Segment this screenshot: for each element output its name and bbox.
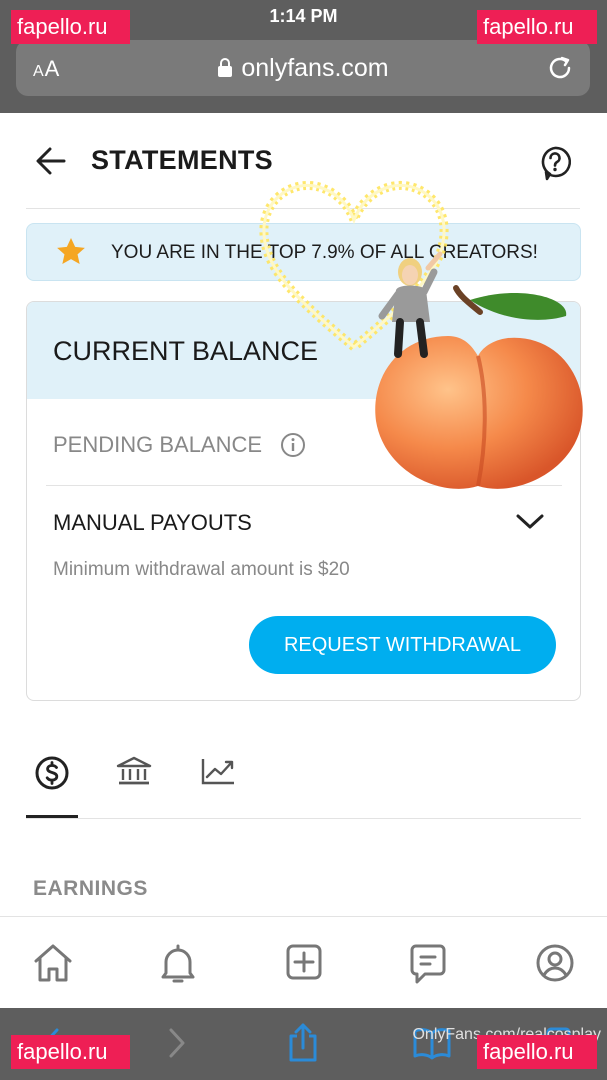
statement-tabs <box>26 745 581 819</box>
lock-icon <box>217 56 233 85</box>
bitmoji-avatar-sticker <box>376 250 452 367</box>
tabs-divider <box>26 818 581 819</box>
watermark-stamp-bottom-right: fapello.ru <box>477 1035 597 1069</box>
star-icon <box>55 236 87 273</box>
forward-icon[interactable] <box>166 1026 188 1065</box>
messages-icon[interactable] <box>409 943 447 990</box>
home-icon[interactable] <box>32 943 74 988</box>
watermark-stamp-bottom-left: fapello.ru <box>11 1035 130 1069</box>
share-icon[interactable] <box>286 1022 320 1069</box>
statistics-chart-icon <box>200 745 236 817</box>
earnings-heading: EARNINGS <box>33 877 148 900</box>
request-withdrawal-button[interactable]: REQUEST WITHDRAWAL <box>249 616 556 674</box>
url-text: onlyfans.com <box>241 54 389 82</box>
question-bubble-icon[interactable] <box>538 145 572 186</box>
earnings-dollar-icon <box>34 745 70 817</box>
tab-earnings[interactable] <box>26 745 78 817</box>
watermark-stamp-top-left: fapello.ru <box>11 10 130 44</box>
page-title: STATEMENTS <box>91 145 273 175</box>
tab-statistics[interactable] <box>198 745 238 817</box>
address-bar[interactable]: AA onlyfans.com <box>16 40 590 96</box>
chevron-down-icon[interactable] <box>515 512 545 537</box>
add-post-icon[interactable] <box>285 943 323 986</box>
profile-icon[interactable] <box>535 943 575 988</box>
bank-icon <box>116 745 152 817</box>
arrow-left-icon[interactable] <box>36 147 66 180</box>
tab-bank[interactable] <box>114 745 154 817</box>
minimum-withdrawal-note: Minimum withdrawal amount is $20 <box>53 559 350 580</box>
reload-icon[interactable] <box>548 54 574 87</box>
info-icon[interactable] <box>280 432 306 463</box>
watermark-stamp-top-right: fapello.ru <box>477 10 597 44</box>
url-display[interactable]: onlyfans.com <box>16 54 590 85</box>
pending-balance-label: PENDING BALANCE <box>53 432 263 457</box>
manual-payouts-label[interactable]: MANUAL PAYOUTS <box>53 510 252 536</box>
bell-icon[interactable] <box>158 943 198 990</box>
app-bottom-nav <box>0 916 607 1008</box>
